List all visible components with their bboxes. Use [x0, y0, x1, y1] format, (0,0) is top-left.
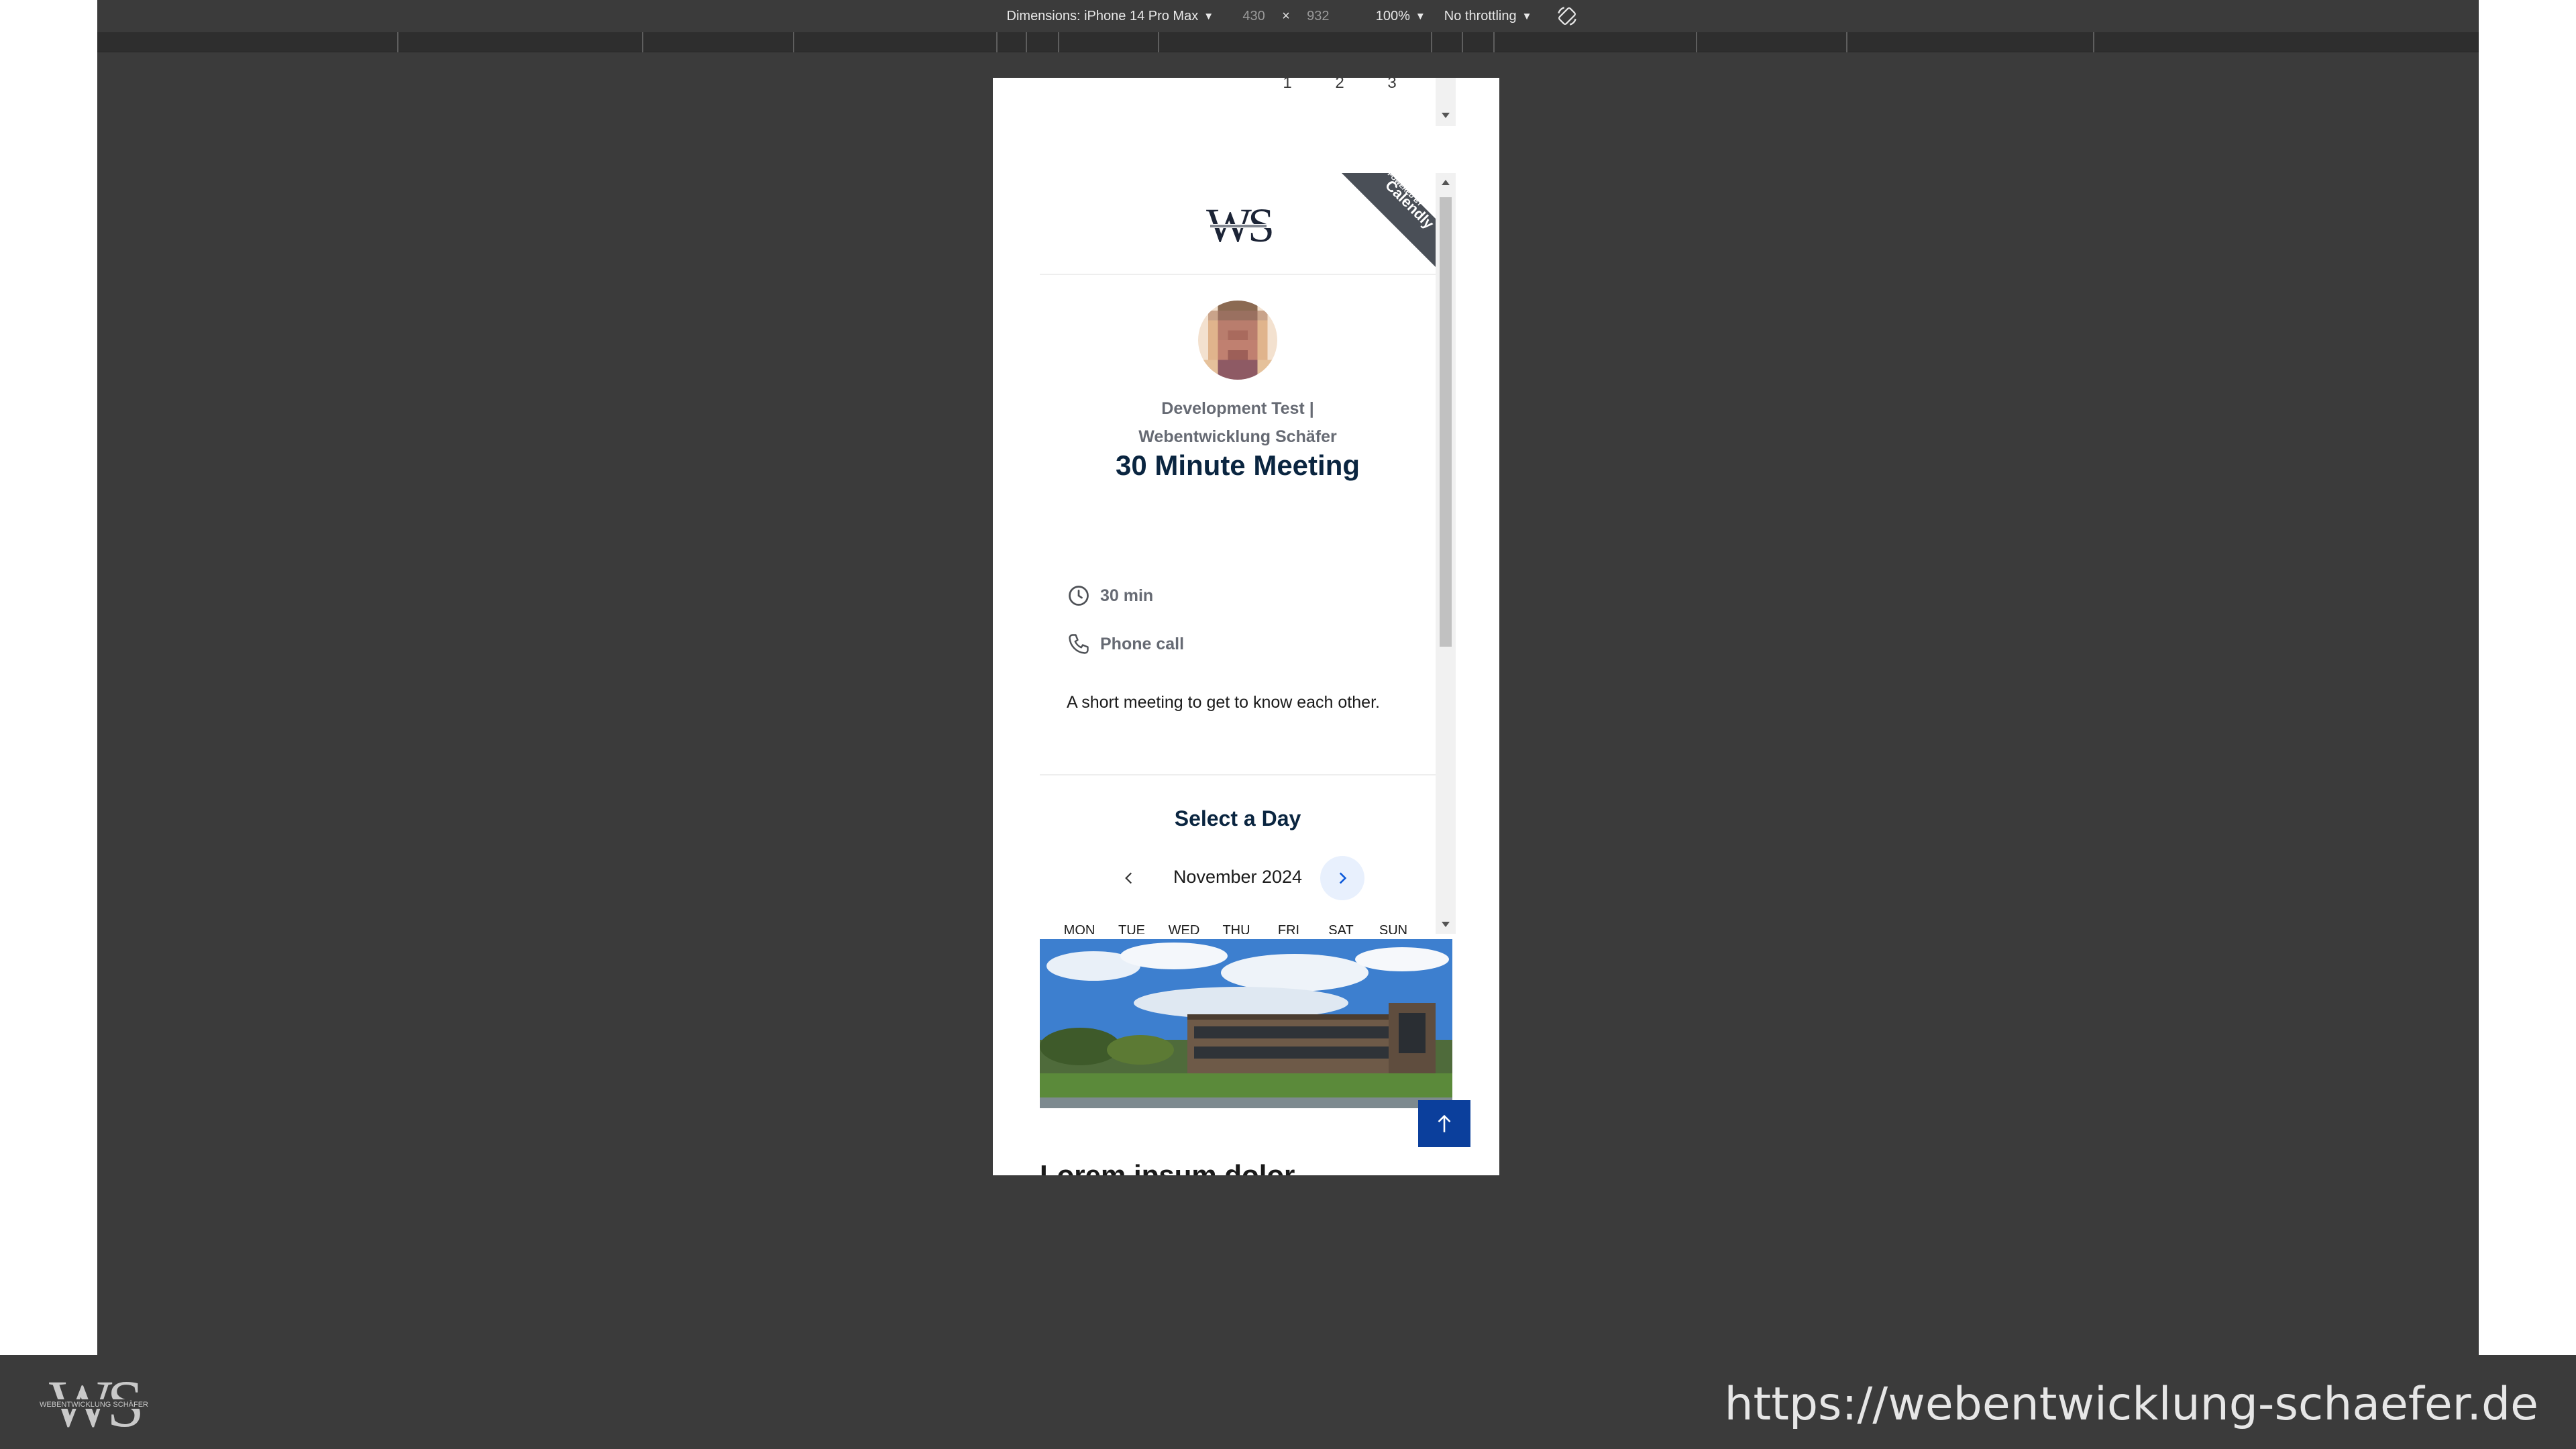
- weekday-label: SAT: [1328, 923, 1354, 934]
- duration-detail: 30 min: [1067, 584, 1153, 608]
- chevron-left-icon: [1125, 872, 1132, 884]
- width-input[interactable]: 430: [1232, 9, 1275, 24]
- ruler-mark: [996, 32, 998, 52]
- zoom-dropdown[interactable]: 100% ▼: [1376, 9, 1426, 24]
- ruler-mark: [1493, 32, 1495, 52]
- calendly-header: WS POWERED BY Calendly: [1040, 173, 1456, 287]
- section-heading: Lorem ipsum dolor: [1040, 1159, 1295, 1175]
- ruler-mark: [2093, 32, 2094, 52]
- weekday-label: TUE: [1118, 923, 1145, 934]
- scroll-down-icon[interactable]: [1442, 922, 1450, 927]
- ruler-mark: [1058, 32, 1059, 52]
- month-label: November 2024: [1173, 867, 1303, 887]
- weekday-label: SUN: [1379, 923, 1408, 934]
- scroll-down-icon[interactable]: [1442, 113, 1450, 118]
- ws-logo: WS WEBENTWICKLUNG SCHÄFER: [37, 1371, 151, 1435]
- weekday-label: MON: [1063, 923, 1095, 934]
- ruler-mark: [1026, 32, 1027, 52]
- ruler-mark: [1158, 32, 1159, 52]
- organizer-name: Development Test | Webentwicklung Schäfe…: [1040, 394, 1436, 451]
- device-toolbar: Dimensions: iPhone 14 Pro Max ▼ 430 × 93…: [97, 0, 2479, 32]
- calendar-day[interactable]: 3: [1366, 78, 1418, 93]
- arrow-up-icon: [1438, 1114, 1451, 1132]
- ruler-mark: [642, 32, 643, 52]
- month-navigation: November 2024: [1040, 856, 1436, 903]
- chevron-down-icon: ▼: [1203, 10, 1214, 22]
- website-url: https://webentwicklung-schaefer.de: [1724, 1378, 2538, 1431]
- building-photo: [1040, 939, 1452, 1108]
- chevron-right-icon: [1339, 872, 1347, 884]
- ws-logo: WS: [1198, 203, 1279, 250]
- ruler-mark: [793, 32, 794, 52]
- ruler-mark: [1696, 32, 1697, 52]
- previous-calendar-embed: 1 2 3: [993, 78, 1499, 126]
- calendar-days-row: 1 2 3: [1261, 78, 1418, 93]
- media-query-ruler[interactable]: [97, 32, 2479, 52]
- device-viewport: 1 2 3 WS POWERED BY Calendly Development…: [993, 78, 1499, 1175]
- ruler-mark: [397, 32, 398, 52]
- previous-month-button[interactable]: [1107, 856, 1151, 900]
- weekday-header: MON TUE WED THU FRI SAT SUN: [1053, 923, 1429, 934]
- clock-icon: [1069, 586, 1089, 606]
- height-input[interactable]: 932: [1297, 9, 1340, 24]
- select-day-heading: Select a Day: [1174, 806, 1301, 830]
- ruler-mark: [1846, 32, 1847, 52]
- scrollbar[interactable]: [1436, 173, 1456, 934]
- calendar-day[interactable]: 2: [1313, 78, 1366, 93]
- throttling-dropdown[interactable]: No throttling ▼: [1444, 9, 1532, 24]
- scroll-to-top-button[interactable]: [1418, 1100, 1470, 1147]
- dimensions-dropdown[interactable]: Dimensions: iPhone 14 Pro Max ▼: [1007, 9, 1214, 24]
- phone-icon: [1069, 634, 1089, 654]
- chevron-down-icon: ▼: [1415, 10, 1426, 22]
- location-text: Phone call: [1100, 634, 1185, 653]
- scroll-up-icon[interactable]: [1442, 180, 1450, 185]
- weekday-label: FRI: [1277, 923, 1300, 934]
- zoom-label: 100%: [1375, 8, 1410, 23]
- next-month-button[interactable]: [1320, 856, 1364, 900]
- location-detail: Phone call: [1067, 632, 1184, 656]
- calendly-embed: WS POWERED BY Calendly Development Test …: [1040, 173, 1456, 934]
- weekday-label: THU: [1222, 923, 1250, 934]
- dimensions-label: Dimensions: iPhone 14 Pro Max: [1006, 8, 1199, 23]
- calendar-day[interactable]: 1: [1261, 78, 1313, 93]
- avatar: [1198, 301, 1277, 380]
- scrollbar-thumb[interactable]: [1440, 197, 1452, 647]
- organizer-line-2: Webentwicklung Schäfer: [1138, 427, 1337, 446]
- rotate-icon[interactable]: [1556, 5, 1578, 28]
- scrollbar[interactable]: [1436, 78, 1456, 126]
- event-title: 30 Minute Meeting: [1115, 449, 1360, 481]
- organizer-line-1: Development Test |: [1161, 399, 1314, 418]
- chevron-down-icon: ▼: [1521, 10, 1532, 22]
- event-description: A short meeting to get to know each othe…: [1067, 693, 1380, 712]
- throttling-label: No throttling: [1444, 8, 1517, 23]
- footer-bar: WS WEBENTWICKLUNG SCHÄFER https://webent…: [0, 1355, 2576, 1449]
- footer-logo-subtext: WEBENTWICKLUNG SCHÄFER: [40, 1401, 148, 1409]
- ruler-mark: [1462, 32, 1463, 52]
- ruler-mark: [1431, 32, 1432, 52]
- times-separator: ×: [1282, 8, 1290, 23]
- duration-text: 30 min: [1100, 586, 1154, 605]
- weekday-label: WED: [1168, 923, 1200, 934]
- divider: [1040, 774, 1436, 775]
